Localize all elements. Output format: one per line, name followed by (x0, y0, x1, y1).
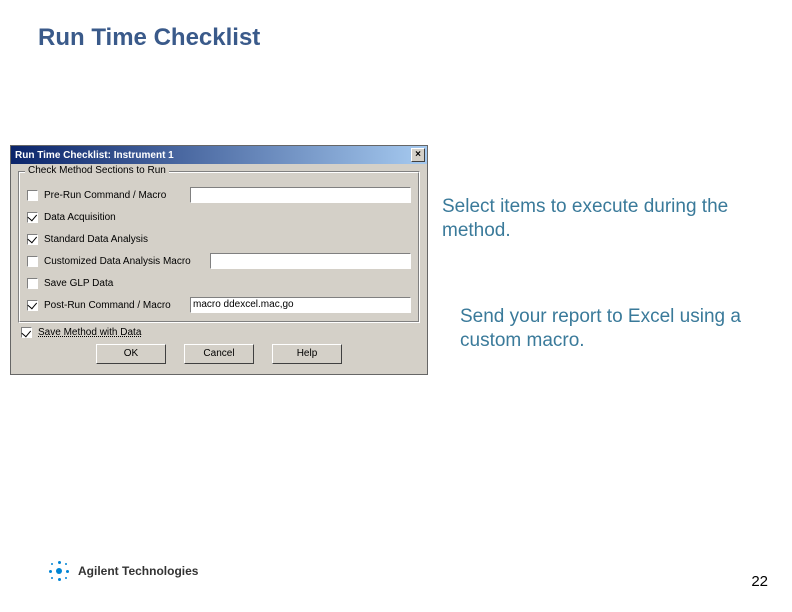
ok-button[interactable]: OK (96, 344, 166, 364)
label-data-acq: Data Acquisition (44, 212, 184, 223)
row-std-analysis: Standard Data Analysis (27, 228, 411, 250)
row-prerun: Pre-Run Command / Macro (27, 184, 411, 206)
label-std-analysis: Standard Data Analysis (44, 234, 184, 245)
checkbox-glp[interactable] (27, 278, 38, 289)
close-button[interactable]: × (411, 148, 425, 162)
dialog-buttons: OK Cancel Help (11, 344, 427, 364)
callout-select-items: Select items to execute during the metho… (442, 195, 772, 243)
row-save-with-data: Save Method with Data (21, 327, 417, 338)
slide-title: Run Time Checklist (38, 24, 260, 52)
dialog-titlebar: Run Time Checklist: Instrument 1 × (11, 146, 427, 164)
dialog-title: Run Time Checklist: Instrument 1 (15, 150, 174, 161)
row-custom-analysis: Customized Data Analysis Macro (27, 250, 411, 272)
page-number: 22 (751, 573, 768, 590)
checkbox-postrun[interactable] (27, 300, 38, 311)
row-postrun: Post-Run Command / Macro macro ddexcel.m… (27, 294, 411, 316)
group-label: Check Method Sections to Run (25, 165, 169, 176)
field-postrun[interactable]: macro ddexcel.mac,go (190, 297, 411, 313)
checkbox-data-acq[interactable] (27, 212, 38, 223)
label-prerun: Pre-Run Command / Macro (44, 190, 184, 201)
callout-excel-macro: Send your report to Excel using a custom… (460, 305, 760, 353)
label-save-with-data: Save Method with Data (38, 327, 141, 338)
runtime-checklist-dialog: Run Time Checklist: Instrument 1 × Check… (10, 145, 428, 375)
agilent-logo: Agilent Technologies (48, 560, 198, 582)
help-button[interactable]: Help (272, 344, 342, 364)
method-sections-group: Check Method Sections to Run Pre-Run Com… (18, 171, 420, 323)
row-glp: Save GLP Data (27, 272, 411, 294)
checkbox-save-with-data[interactable] (21, 327, 32, 338)
logo-text: Agilent Technologies (78, 564, 198, 578)
field-prerun[interactable] (190, 187, 411, 203)
label-postrun: Post-Run Command / Macro (44, 300, 184, 311)
cancel-button[interactable]: Cancel (184, 344, 254, 364)
field-custom-analysis[interactable] (210, 253, 411, 269)
checkbox-custom-analysis[interactable] (27, 256, 38, 267)
checkbox-prerun[interactable] (27, 190, 38, 201)
label-custom-analysis: Customized Data Analysis Macro (44, 256, 204, 267)
checkbox-std-analysis[interactable] (27, 234, 38, 245)
label-glp: Save GLP Data (44, 278, 184, 289)
agilent-spark-icon (48, 560, 70, 582)
row-data-acq: Data Acquisition (27, 206, 411, 228)
